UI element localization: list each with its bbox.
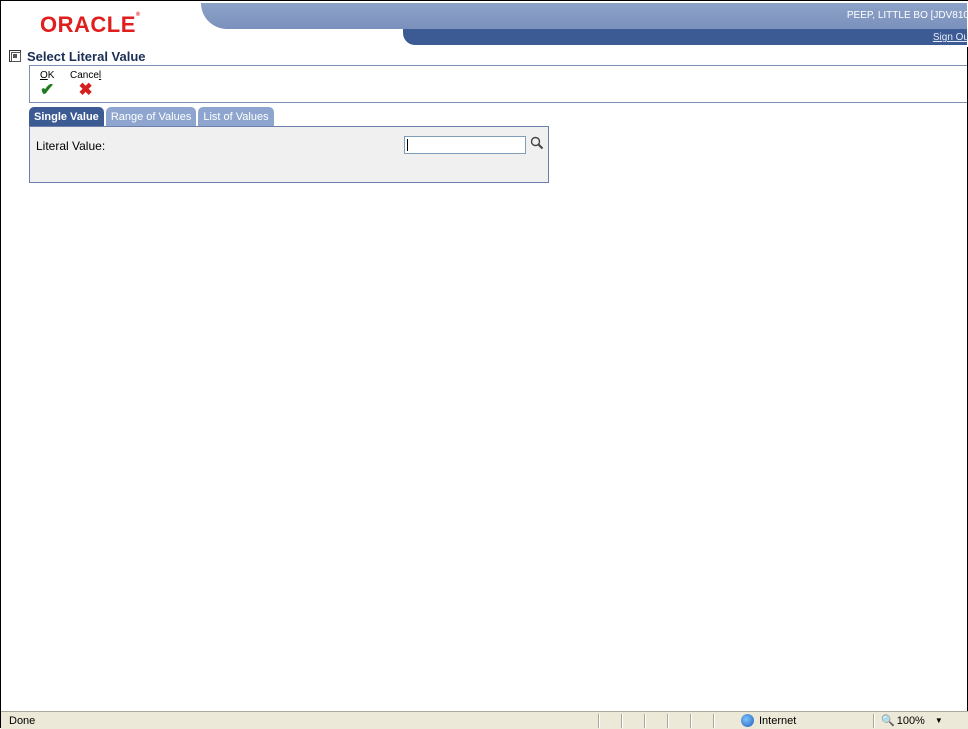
- zoom-level: 100%: [896, 714, 925, 727]
- tab-list-of-values[interactable]: List of Values: [198, 107, 274, 126]
- sign-out-link[interactable]: Sign Ou: [933, 32, 968, 43]
- status-divider: [690, 714, 692, 728]
- zoom-control[interactable]: 🔍 100% ▼: [881, 714, 943, 728]
- status-divider: [713, 714, 715, 728]
- window-restore-icon[interactable]: [9, 50, 21, 62]
- literal-value-input[interactable]: [404, 136, 526, 154]
- close-icon: ✖: [78, 80, 93, 99]
- status-divider: [667, 714, 669, 728]
- status-divider: [598, 714, 600, 728]
- status-divider: [644, 714, 646, 728]
- logo-text: ORACLE: [40, 12, 136, 37]
- header-band-bottom: [403, 29, 967, 45]
- dropdown-arrow-icon: ▼: [934, 716, 943, 725]
- globe-icon: [741, 714, 754, 727]
- registered-mark: ®: [135, 12, 141, 18]
- checkmark-icon: ✔: [40, 80, 55, 99]
- text-cursor: [407, 139, 408, 151]
- app-header: ORACLE® PEEP, LITTLE BO [JDV810 Sign Ou: [1, 1, 968, 47]
- browser-window: ORACLE® PEEP, LITTLE BO [JDV810 Sign Ou …: [0, 0, 968, 729]
- toolbar: OK ✔ Cancel ✖: [29, 65, 967, 103]
- zone-label: Internet: [759, 714, 797, 727]
- tab-range-of-values[interactable]: Range of Values: [105, 107, 197, 126]
- status-divider: [873, 714, 875, 728]
- page-title: Select Literal Value: [27, 48, 146, 64]
- status-divider: [621, 714, 623, 728]
- cancel-button[interactable]: Cancel ✖: [70, 70, 101, 99]
- oracle-logo: ORACLE®: [40, 12, 141, 38]
- status-text: Done: [9, 715, 36, 727]
- single-value-panel: Literal Value:: [29, 126, 549, 183]
- zoom-icon: 🔍: [881, 715, 895, 727]
- tab-single-value[interactable]: Single Value: [29, 107, 104, 126]
- status-bar: Done Internet 🔍 100% ▼: [1, 711, 968, 729]
- security-zone: Internet: [741, 714, 796, 727]
- title-row: Select Literal Value: [9, 48, 146, 64]
- search-icon[interactable]: [530, 136, 544, 150]
- ok-button[interactable]: OK ✔: [40, 70, 54, 99]
- literal-value-label: Literal Value:: [36, 139, 106, 153]
- tab-bar: Single Value Range of Values List of Val…: [29, 107, 276, 126]
- user-info: PEEP, LITTLE BO [JDV810: [846, 10, 968, 21]
